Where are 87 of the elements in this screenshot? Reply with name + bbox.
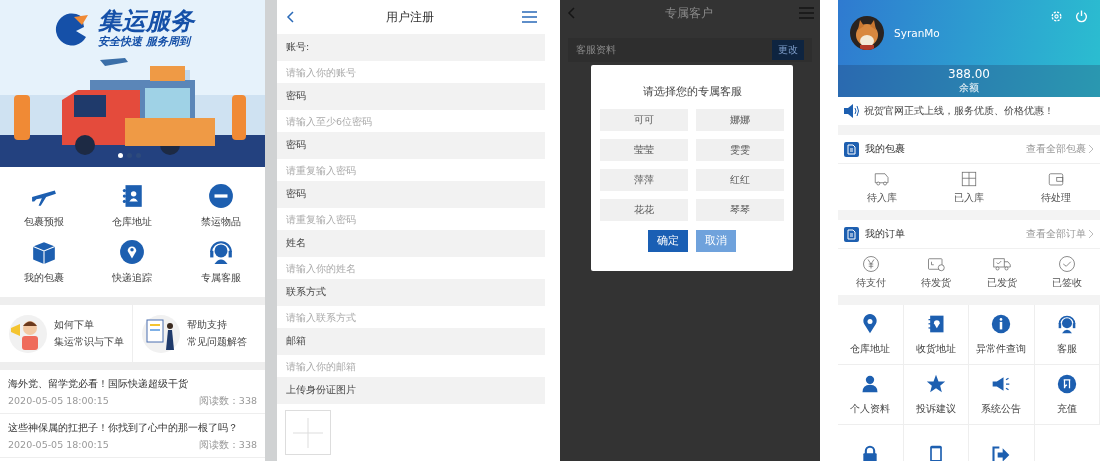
menu-label[interactable]: 系统公告 <box>981 401 1022 416</box>
menu-label[interactable]: 充值 <box>1056 401 1077 416</box>
cabinet-icon <box>960 169 978 188</box>
upload-box[interactable] <box>285 410 331 455</box>
agent-option[interactable]: 莹莹 <box>600 139 688 161</box>
exit-icon <box>991 444 1012 461</box>
field-label: 账号: <box>277 34 545 61</box>
menu-label[interactable]: 仓库地址 <box>850 341 891 356</box>
location-pin-icon <box>119 239 146 265</box>
headset-icon <box>207 239 234 265</box>
page-title: 专属客户 <box>664 4 713 22</box>
yen-icon <box>861 254 880 273</box>
field-label: 密码 <box>277 83 545 110</box>
section-title: 我的包裹 <box>865 142 906 156</box>
agent-option[interactable]: 雯雯 <box>696 139 784 161</box>
agent-option[interactable]: 娜娜 <box>696 109 784 131</box>
shortcut-label[interactable]: 包裹预报 <box>24 215 65 229</box>
headset-icon <box>1056 313 1077 334</box>
menu-label[interactable]: 收货地址 <box>915 341 956 356</box>
article-title[interactable]: 这些神保属的扛把子！你找到了心中的那一根了吗？ <box>8 421 257 435</box>
menu-label[interactable]: 异常件查询 <box>976 341 1027 356</box>
menu-label[interactable]: 客服 <box>1056 341 1077 356</box>
shortcut-label[interactable]: 快递追踪 <box>112 271 153 285</box>
box-icon <box>31 239 58 265</box>
status-label[interactable]: 已入库 <box>954 190 984 205</box>
presenter-drawing <box>141 313 181 354</box>
shortcut-label[interactable]: 禁运物品 <box>200 215 241 229</box>
carousel-dot[interactable] <box>118 153 123 158</box>
back-icon[interactable] <box>285 10 297 24</box>
field-label: 联系方式 <box>277 279 545 306</box>
section-title: 我的订单 <box>865 227 906 241</box>
status-label[interactable]: 已签收 <box>1052 275 1083 290</box>
agent-option[interactable]: 可可 <box>600 109 688 131</box>
check-circle-icon <box>1058 254 1077 273</box>
field-label: 上传身份证图片 <box>277 377 545 404</box>
status-label[interactable]: 待发货 <box>921 275 952 290</box>
document-icon <box>844 226 859 242</box>
agent-option[interactable]: 花花 <box>600 199 688 221</box>
agent-option[interactable]: 红红 <box>696 169 784 191</box>
info-icon <box>991 313 1012 334</box>
banner-slogan: 安全快速 服务周到 <box>98 34 193 50</box>
power-icon[interactable] <box>1075 10 1088 23</box>
minus-circle-icon <box>207 183 234 209</box>
menu-icon[interactable] <box>522 11 537 23</box>
chevron-icon <box>1088 229 1094 239</box>
chevron-icon <box>1088 144 1094 154</box>
cartoon-boy-drawing <box>8 313 48 354</box>
confirm-button[interactable]: 确定 <box>648 230 688 252</box>
field-label: 密码 <box>277 181 545 208</box>
guide-subtitle: 集运常识与下单 <box>54 335 124 349</box>
status-label[interactable]: 待处理 <box>1041 190 1072 205</box>
article-date: 2020-05-05 18:00:15 <box>8 439 109 452</box>
guide-title[interactable]: 帮助支持 <box>187 318 247 332</box>
menu-label[interactable]: 个人资料 <box>850 401 891 416</box>
star-icon <box>925 373 946 394</box>
menu-label[interactable]: 投诉建议 <box>915 401 956 416</box>
status-label[interactable]: 待入库 <box>866 190 897 205</box>
notice-text: 祝贺官网正式上线，服务优质、价格优惠！ <box>864 104 1054 118</box>
article-title[interactable]: 海外党、留学党必看！国际快递超级干货 <box>8 377 257 391</box>
shortcut-label[interactable]: 专属客服 <box>200 271 241 285</box>
speaker-icon <box>844 104 860 118</box>
shortcut-label[interactable]: 我的包裹 <box>24 271 65 285</box>
guide-subtitle: 常见问题解答 <box>187 335 247 349</box>
guide-title[interactable]: 如何下单 <box>54 318 124 332</box>
field-label: 密码 <box>277 132 545 159</box>
field-label: 邮箱 <box>277 328 545 355</box>
settings-icon[interactable] <box>1050 10 1063 23</box>
menu-icon[interactable] <box>799 7 814 19</box>
status-label[interactable]: 待支付 <box>855 275 886 290</box>
document-icon <box>844 141 859 157</box>
dialog-title: 请选择您的专属客服 <box>642 85 742 99</box>
agent-option[interactable]: 琴琴 <box>696 199 784 221</box>
agent-option[interactable]: 萍萍 <box>600 169 688 191</box>
field-label: 姓名 <box>277 230 545 257</box>
shortcut-label[interactable]: 仓库地址 <box>112 215 153 229</box>
article-date: 2020-05-05 18:00:15 <box>8 395 109 408</box>
balance-amount: 388.00 <box>948 67 990 81</box>
change-button[interactable]: 更改 <box>772 40 804 60</box>
username: SyranMo <box>894 26 941 39</box>
card-label: 客服资料 <box>576 43 616 57</box>
status-label[interactable]: 已发货 <box>986 275 1017 290</box>
read-count: 阅读数：338 <box>198 395 257 408</box>
read-count: 阅读数：338 <box>198 439 257 452</box>
coin-icon <box>1056 373 1077 394</box>
page-title: 用户注册 <box>385 8 434 26</box>
balance-label: 余额 <box>959 81 979 95</box>
banner-title: 集运服务 <box>98 8 194 35</box>
